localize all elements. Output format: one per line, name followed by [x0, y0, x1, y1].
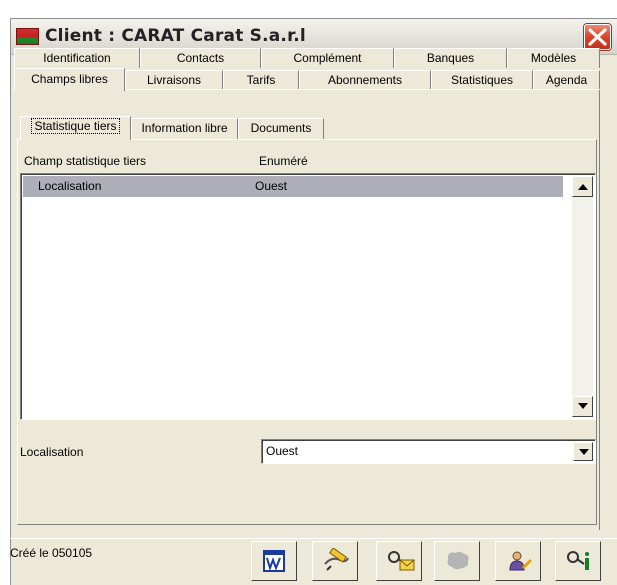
app-icon [16, 28, 39, 45]
subtab-statistique-tiers-label: Statistique tiers [31, 118, 120, 134]
tab-agenda[interactable]: Agenda [533, 70, 600, 90]
arrow-down-icon [578, 403, 588, 409]
keys-info-icon [567, 551, 589, 570]
close-button[interactable] [584, 24, 611, 50]
tab-statistiques[interactable]: Statistiques [431, 70, 533, 90]
tab-tarifs[interactable]: Tarifs [223, 70, 299, 90]
edit-button[interactable] [312, 541, 358, 581]
dropdown-button[interactable] [573, 442, 593, 461]
column-header-champ[interactable]: Champ statistique tiers [24, 154, 146, 168]
scroll-down-button[interactable] [572, 396, 593, 417]
delete-button[interactable] [434, 541, 480, 581]
word-icon [263, 550, 285, 572]
tab-contacts[interactable]: Contacts [140, 48, 261, 68]
keys-info-button[interactable] [555, 541, 601, 581]
edit-pencil-icon [324, 548, 349, 571]
word-export-button[interactable] [251, 541, 297, 581]
tab-modeles[interactable]: Modèles [507, 48, 600, 68]
status-separator [10, 538, 617, 539]
subtab-statistique-tiers[interactable]: Statistique tiers [20, 116, 131, 140]
scroll-up-button[interactable] [572, 176, 593, 197]
localisation-label: Localisation [20, 445, 84, 459]
subtab-documents[interactable]: Documents [238, 118, 324, 139]
close-icon [588, 28, 607, 46]
tab-banques[interactable]: Banques [394, 48, 507, 68]
vertical-scrollbar[interactable] [572, 176, 593, 417]
statistics-list[interactable]: Localisation Ouest [20, 173, 596, 420]
tab-identification[interactable]: Identification [14, 48, 140, 68]
tab-abonnements[interactable]: Abonnements [299, 70, 431, 90]
user-pencil-icon [509, 551, 533, 571]
list-row-selected[interactable]: Localisation Ouest [23, 176, 563, 197]
localisation-select[interactable]: Ouest [261, 439, 596, 464]
delete-icon [447, 551, 469, 570]
keys-mail-button[interactable] [376, 541, 422, 581]
window-title: Client : CARAT Carat S.a.r.l [45, 26, 306, 46]
arrow-up-icon [578, 184, 588, 190]
keys-envelope-icon [388, 551, 415, 571]
localisation-select-value: Ouest [266, 444, 299, 458]
user-edit-button[interactable] [495, 541, 541, 581]
subtab-information-libre[interactable]: Information libre [131, 118, 238, 139]
status-created: Créé le 050105 [10, 546, 93, 560]
tab-livraisons[interactable]: Livraisons [125, 70, 223, 90]
column-header-enumere[interactable]: Enuméré [259, 154, 308, 168]
cell-value: Ouest [255, 179, 288, 193]
cell-field: Localisation [38, 179, 102, 193]
tab-champs-libres[interactable]: Champs libres [14, 68, 125, 91]
tab-complement[interactable]: Complément [261, 48, 394, 68]
chevron-down-icon [579, 449, 589, 455]
